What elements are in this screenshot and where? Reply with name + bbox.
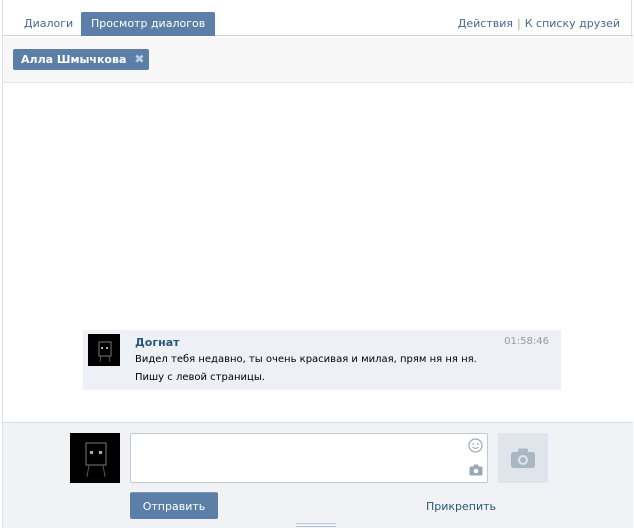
smile-icon[interactable] — [468, 438, 483, 453]
header-links: Действия | К списку друзей — [458, 17, 620, 30]
camera-icon — [511, 448, 535, 468]
tabs-bar: Диалоги Просмотр диалогов Действия | К спи… — [3, 0, 633, 36]
message-text-line: Видел тебя недавно, ты очень красивая и … — [135, 354, 477, 365]
compose-area: Отправить Прикрепить — [3, 422, 633, 528]
message-history[interactable]: Догнат 01:58:46 Видел тебя недавно, ты о… — [3, 84, 633, 422]
attach-link[interactable]: Прикрепить — [426, 500, 496, 513]
own-avatar[interactable] — [70, 433, 120, 483]
attach-photo-button[interactable] — [498, 433, 548, 483]
message-author[interactable]: Догнат — [135, 336, 180, 349]
actions-link[interactable]: Действия — [458, 17, 513, 30]
avatar-figure-icon — [85, 442, 107, 478]
avatar-figure-icon — [98, 341, 112, 363]
resize-handle[interactable] — [296, 523, 336, 528]
message-timestamp: 01:58:46 — [504, 336, 549, 347]
message-avatar[interactable] — [88, 334, 120, 366]
participant-name: Алла Шмычкова — [21, 53, 127, 66]
message-item[interactable]: Догнат 01:58:46 Видел тебя недавно, ты о… — [83, 330, 561, 390]
friends-list-link[interactable]: К списку друзей — [525, 17, 620, 30]
message-text-line: Пишу с левой страницы. — [135, 372, 265, 383]
tab-dialog-view[interactable]: Просмотр диалогов — [81, 12, 216, 36]
tab-dialogs[interactable]: Диалоги — [14, 12, 83, 36]
camera-icon[interactable] — [469, 464, 483, 476]
remove-participant-icon[interactable]: ✖ — [134, 49, 144, 70]
dialog-page: Диалоги Просмотр диалогов Действия | К спи… — [2, 0, 633, 528]
message-input[interactable] — [130, 433, 488, 483]
send-button[interactable]: Отправить — [130, 492, 218, 519]
link-separator: | — [517, 17, 521, 30]
participant-chip[interactable]: Алла Шмычкова ✖ — [13, 49, 150, 70]
participant-row: Алла Шмычкова ✖ — [3, 37, 633, 83]
